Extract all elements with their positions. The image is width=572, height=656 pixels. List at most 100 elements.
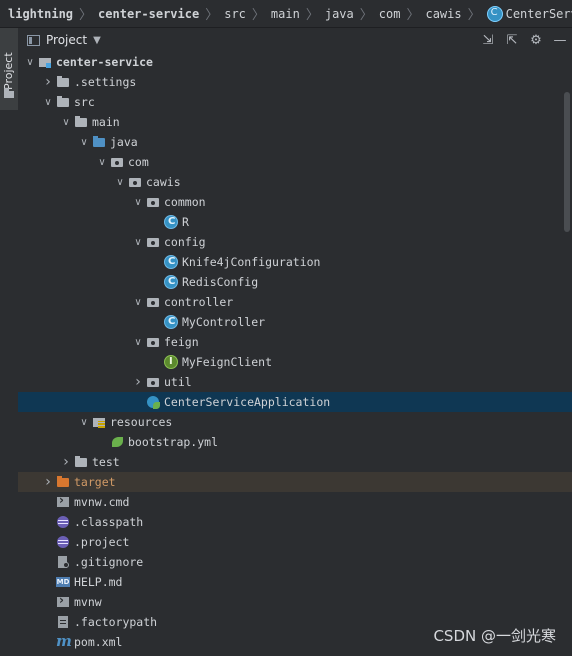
chevron-down-icon[interactable]: ∨ bbox=[130, 297, 146, 308]
tree-item[interactable]: bootstrap.yml bbox=[18, 432, 572, 452]
chevron-down-icon[interactable]: ∨ bbox=[130, 337, 146, 348]
module-folder-icon bbox=[38, 55, 52, 69]
tree-item[interactable]: MyController bbox=[18, 312, 572, 332]
breadcrumb-item[interactable]: CenterServiceApplica bbox=[486, 5, 572, 22]
tree-item-label: test bbox=[92, 455, 120, 469]
package-icon bbox=[146, 375, 160, 389]
chevron-down-icon[interactable]: ∨ bbox=[22, 57, 38, 68]
tree-item[interactable]: CenterServiceApplication bbox=[18, 392, 572, 412]
chevron-down-icon[interactable]: ∨ bbox=[76, 137, 92, 148]
tree-item-label: feign bbox=[164, 335, 199, 349]
tree-item-label: util bbox=[164, 375, 192, 389]
tree-item[interactable]: ∨ java bbox=[18, 132, 572, 152]
tree-item[interactable]: .gitignore bbox=[18, 552, 572, 572]
chevron-right-icon[interactable]: › bbox=[58, 454, 74, 470]
project-toolbar: Project ▼ ⇲ ⇱ ⚙ — bbox=[18, 28, 572, 53]
spring-class-icon bbox=[146, 395, 160, 409]
tree-item-label: mvnw.cmd bbox=[74, 495, 130, 509]
tree-item-label: HELP.md bbox=[74, 575, 123, 589]
tree-item[interactable]: mvnw.cmd bbox=[18, 492, 572, 512]
tree-item[interactable]: ∨ src bbox=[18, 92, 572, 112]
project-window-icon bbox=[27, 34, 40, 46]
chevron-down-icon[interactable]: ∨ bbox=[130, 237, 146, 248]
tree-item-label: pom.xml bbox=[74, 635, 123, 649]
project-tool-tab[interactable]: Project bbox=[0, 28, 18, 110]
tree-item[interactable]: R bbox=[18, 212, 572, 232]
project-tree[interactable]: ∨ center-service › .settings ∨ src ∨ main ∨ java ∨… bbox=[18, 52, 572, 656]
tree-item[interactable]: ∨ common bbox=[18, 192, 572, 212]
breadcrumb-item[interactable]: center-service bbox=[98, 7, 199, 21]
tree-item[interactable]: › util bbox=[18, 372, 572, 392]
tree-item-label: MyController bbox=[182, 315, 266, 329]
chevron-down-icon[interactable]: ∨ bbox=[58, 117, 74, 128]
project-tool-tab-label: Project bbox=[2, 52, 15, 90]
tree-item-label: .project bbox=[74, 535, 130, 549]
watermark: CSDN @一剑光寒 bbox=[433, 627, 556, 645]
chevron-down-icon[interactable]: ∨ bbox=[76, 417, 92, 428]
resources-folder-icon bbox=[92, 415, 106, 429]
tree-item-label: RedisConfig bbox=[182, 275, 259, 289]
breadcrumb-item[interactable]: lightning bbox=[8, 7, 73, 21]
chevron-right-icon[interactable]: › bbox=[130, 374, 146, 390]
class-icon bbox=[164, 255, 178, 269]
chevron-right-icon[interactable]: › bbox=[40, 474, 56, 490]
tree-item[interactable]: ∨ feign bbox=[18, 332, 572, 352]
class-icon bbox=[164, 275, 178, 289]
tree-item-label: .factorypath bbox=[74, 615, 158, 629]
breadcrumb-separator-icon: 〉 bbox=[467, 8, 481, 23]
package-icon bbox=[146, 235, 160, 249]
project-view-selector[interactable]: Project bbox=[46, 33, 87, 47]
chevron-down-icon[interactable]: ∨ bbox=[112, 177, 128, 188]
tree-item-label: MyFeignClient bbox=[182, 355, 273, 369]
tree-item[interactable]: ∨ resources bbox=[18, 412, 572, 432]
tree-item[interactable]: ∨ main bbox=[18, 112, 572, 132]
tree-item[interactable]: Knife4jConfiguration bbox=[18, 252, 572, 272]
tree-item[interactable]: MyFeignClient bbox=[18, 352, 572, 372]
eclipse-file-icon bbox=[56, 535, 70, 549]
breadcrumb-item-label: center-service bbox=[98, 6, 200, 21]
eclipse-file-icon bbox=[56, 515, 70, 529]
tree-item[interactable]: › .settings bbox=[18, 72, 572, 92]
tree-item[interactable]: ∨ config bbox=[18, 232, 572, 252]
gear-icon[interactable]: ⚙ bbox=[524, 28, 548, 52]
tree-item-label: .classpath bbox=[74, 515, 144, 529]
tree-item[interactable]: ∨ center-service bbox=[18, 52, 572, 72]
breadcrumb-item[interactable]: main bbox=[271, 7, 300, 21]
script-file-icon bbox=[56, 593, 70, 609]
tree-item[interactable]: HELP.md bbox=[18, 572, 572, 592]
package-icon bbox=[110, 155, 124, 169]
breadcrumb-item[interactable]: cawis bbox=[425, 7, 461, 21]
class-icon bbox=[164, 215, 178, 229]
breadcrumb-separator-icon: 〉 bbox=[359, 8, 373, 23]
chevron-right-icon[interactable]: › bbox=[40, 74, 56, 90]
tree-item[interactable]: ∨ cawis bbox=[18, 172, 572, 192]
maven-file-icon bbox=[56, 632, 72, 650]
minimize-icon[interactable]: — bbox=[548, 28, 572, 52]
package-icon bbox=[146, 195, 160, 209]
interface-icon bbox=[164, 355, 178, 369]
tree-item-label: target bbox=[74, 475, 116, 489]
collapse-all-icon[interactable]: ⇱ bbox=[500, 28, 524, 52]
chevron-down-icon[interactable]: ∨ bbox=[130, 197, 146, 208]
breadcrumb-separator-icon: 〉 bbox=[251, 8, 265, 23]
breadcrumb-item[interactable]: src bbox=[224, 7, 246, 21]
breadcrumb-item[interactable]: com bbox=[379, 7, 401, 21]
script-file-icon bbox=[56, 493, 70, 509]
chevron-down-icon[interactable]: ∨ bbox=[94, 157, 110, 168]
folder-icon bbox=[74, 455, 88, 469]
tree-item[interactable]: ∨ controller bbox=[18, 292, 572, 312]
tree-item[interactable]: › test bbox=[18, 452, 572, 472]
chevron-down-icon[interactable]: ▼ bbox=[93, 35, 101, 46]
breadcrumb-item[interactable]: java bbox=[325, 7, 354, 21]
tree-item[interactable]: mvnw bbox=[18, 592, 572, 612]
tree-item[interactable]: .project bbox=[18, 532, 572, 552]
chevron-down-icon[interactable]: ∨ bbox=[40, 97, 56, 108]
tree-item-label: java bbox=[110, 135, 138, 149]
tree-item-label: controller bbox=[164, 295, 234, 309]
tree-item[interactable]: .classpath bbox=[18, 512, 572, 532]
breadcrumb-separator-icon: 〉 bbox=[406, 8, 420, 23]
tree-item[interactable]: RedisConfig bbox=[18, 272, 572, 292]
tree-item[interactable]: › target bbox=[18, 472, 572, 492]
expand-all-icon[interactable]: ⇲ bbox=[476, 28, 500, 52]
tree-item[interactable]: ∨ com bbox=[18, 152, 572, 172]
